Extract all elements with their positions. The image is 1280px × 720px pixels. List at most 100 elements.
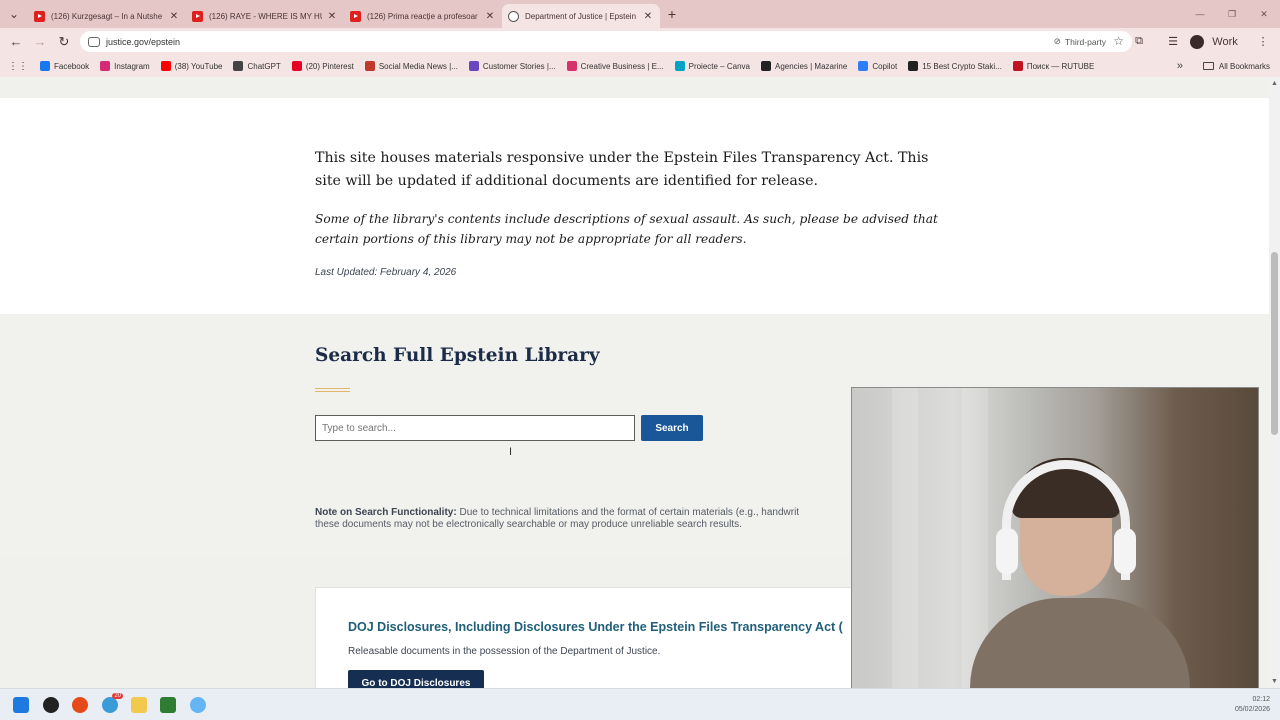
apps-grid-icon[interactable]: ⋮⋮ <box>8 61 28 72</box>
bookmark-favicon-icon <box>40 61 50 71</box>
restore-icon[interactable]: ❐ <box>1216 9 1248 20</box>
close-window-icon[interactable]: ✕ <box>1248 9 1280 20</box>
telegram-icon[interactable]: 20 <box>102 693 123 713</box>
scroll-thumb[interactable] <box>1271 252 1278 435</box>
text-cursor-icon: I <box>509 446 513 458</box>
tab-groups-icon[interactable]: ☰ <box>1156 35 1190 48</box>
third-party-indicator[interactable]: ⊘ Third-party <box>1054 34 1106 49</box>
go-to-disclosures-button[interactable]: Go to DOJ Disclosures <box>348 670 484 688</box>
tab-label: (126) Prima reacție a profesoar <box>367 11 478 21</box>
third-party-label: Third-party <box>1064 36 1106 47</box>
content-warning: Some of the library's contents include d… <box>315 212 938 246</box>
window-controls: — ❐ ✕ <box>1184 0 1280 28</box>
bookmark-item[interactable]: (38) YouTube <box>160 61 222 71</box>
note-label: Note on Search Functionality: <box>315 507 457 518</box>
bookmark-item[interactable]: Agencies | Mazarine <box>760 61 847 71</box>
bookmark-item[interactable]: Поиск — RUTUBE <box>1012 61 1094 71</box>
extensions-icon[interactable]: ⧉ <box>1122 35 1156 48</box>
green-app-icon[interactable] <box>160 697 176 713</box>
tab-search-icon[interactable]: ⌄ <box>0 0 28 28</box>
bookmark-favicon-icon <box>908 61 919 71</box>
scroll-up-icon[interactable]: ▲ <box>1271 80 1278 87</box>
all-bookmarks-button[interactable]: All Bookmarks <box>1202 61 1270 71</box>
title-accent-line <box>315 388 350 392</box>
toolbar: ← → ↻ justice.gov/epstein ⊘ Third-party … <box>0 28 1280 55</box>
webcam-overlay <box>851 387 1259 693</box>
search-title: Search Full Epstein Library <box>315 345 600 366</box>
page-scrollbar[interactable]: ▲ ▼ <box>1269 77 1280 688</box>
profile-label: Work <box>1212 35 1238 48</box>
forward-icon[interactable]: → <box>28 34 52 49</box>
disclosures-title[interactable]: DOJ Disclosures, Including Disclosures U… <box>348 620 843 634</box>
more-bookmarks-icon[interactable]: » <box>1177 60 1183 72</box>
bookmark-label: Facebook <box>54 61 90 71</box>
tab-close-icon[interactable]: ✕ <box>642 11 654 22</box>
tab-doj-epstein[interactable]: Department of Justice | Epstein ✕ <box>502 4 660 28</box>
bookmark-label: Customer Stories |... <box>482 61 556 71</box>
bookmark-label: Proiecte – Canva <box>688 61 750 71</box>
file-explorer-icon[interactable] <box>131 697 147 713</box>
bookmark-label: 15 Best Crypto Staki... <box>922 61 1002 71</box>
clock-time: 02:12 <box>1252 696 1270 703</box>
note-line2: these documents may not be electronicall… <box>315 519 742 530</box>
header-strip <box>0 77 1269 98</box>
bookmark-item[interactable]: Proiecte – Canva <box>674 61 750 71</box>
disclosures-description: Releasable documents in the possession o… <box>348 646 661 657</box>
bookmark-item[interactable]: Facebook <box>40 61 89 71</box>
clock-date: 05/02/2026 <box>1234 706 1270 713</box>
site-settings-icon[interactable] <box>88 36 100 47</box>
bookmark-favicon-icon <box>468 61 479 71</box>
bookmark-item[interactable]: Social Media News |... <box>364 61 458 71</box>
os-taskbar: 20 02:12 05/02/2026 <box>0 688 1280 720</box>
address-bar[interactable]: justice.gov/epstein ⊘ Third-party ☆ <box>80 31 1132 52</box>
bookmark-item[interactable]: Creative Business | E... <box>566 61 664 71</box>
search-button[interactable]: Search <box>641 415 703 441</box>
system-clock[interactable]: 02:12 05/02/2026 <box>1235 695 1270 715</box>
curtain-fold <box>892 388 918 692</box>
tab-raye[interactable]: (126) RAYE - WHERE IS MY HUS ✕ <box>186 4 344 28</box>
reload-icon[interactable]: ↻ <box>52 34 76 50</box>
intro-text: This site houses materials responsive un… <box>315 150 929 189</box>
bookmark-label: ChatGPT <box>247 61 281 71</box>
bookmark-item[interactable]: 15 Best Crypto Staki... <box>908 61 1002 71</box>
tab-prima-reactie[interactable]: (126) Prima reacție a profesoar ✕ <box>344 4 502 28</box>
person-sweater <box>970 598 1190 692</box>
bookmark-favicon-icon <box>291 61 302 71</box>
eye-slash-icon: ⊘ <box>1053 36 1061 46</box>
minimize-icon[interactable]: — <box>1184 9 1216 19</box>
bookmark-item[interactable]: (20) Pinterest <box>291 61 354 71</box>
tab-close-icon[interactable]: ✕ <box>484 11 496 22</box>
bookmark-label: Instagram <box>114 61 150 71</box>
all-bookmarks-label: All Bookmarks <box>1218 61 1270 71</box>
avatar <box>1190 34 1204 49</box>
chatgpt-app-icon[interactable] <box>43 697 59 713</box>
scroll-down-icon[interactable]: ▼ <box>1271 678 1278 685</box>
toolbar-actions: ⧉ ☰ Work ⋮ <box>1122 28 1280 55</box>
bookmark-label: Social Media News |... <box>378 61 458 71</box>
search-input[interactable] <box>315 415 635 441</box>
chrome-icon[interactable] <box>72 697 88 713</box>
youtube-icon <box>192 10 203 22</box>
bookmark-item[interactable]: ChatGPT <box>233 61 281 71</box>
onedrive-icon[interactable] <box>190 697 206 713</box>
windows-start-icon[interactable] <box>13 697 29 713</box>
tab-close-icon[interactable]: ✕ <box>326 11 338 22</box>
bookmark-label: (20) Pinterest <box>305 61 354 71</box>
bookmark-favicon-icon <box>100 61 111 71</box>
more-menu-icon[interactable]: ⋮ <box>1246 35 1280 48</box>
tab-label: (126) Kurzgesagt – In a Nutshe <box>51 11 163 21</box>
bookmark-item[interactable]: Instagram <box>100 61 150 71</box>
bookmark-item[interactable]: Copilot <box>858 61 897 71</box>
last-updated: Last Updated: February 4, 2026 <box>315 267 457 278</box>
tab-close-icon[interactable]: ✕ <box>168 11 180 22</box>
bookmark-item[interactable]: Customer Stories |... <box>468 61 556 71</box>
new-tab-icon[interactable]: + <box>660 6 684 22</box>
address-text: justice.gov/epstein <box>106 36 181 47</box>
tab-kurzgesagt[interactable]: (126) Kurzgesagt – In a Nutshe ✕ <box>28 4 186 28</box>
bookmark-favicon-icon <box>566 61 577 71</box>
back-icon[interactable]: ← <box>4 34 28 49</box>
bookmark-label: Creative Business | E... <box>580 61 664 71</box>
note-line1: Due to technical limitations and the for… <box>456 507 800 518</box>
telegram-badge: 20 <box>112 693 123 699</box>
profile-button[interactable]: Work <box>1190 34 1246 49</box>
